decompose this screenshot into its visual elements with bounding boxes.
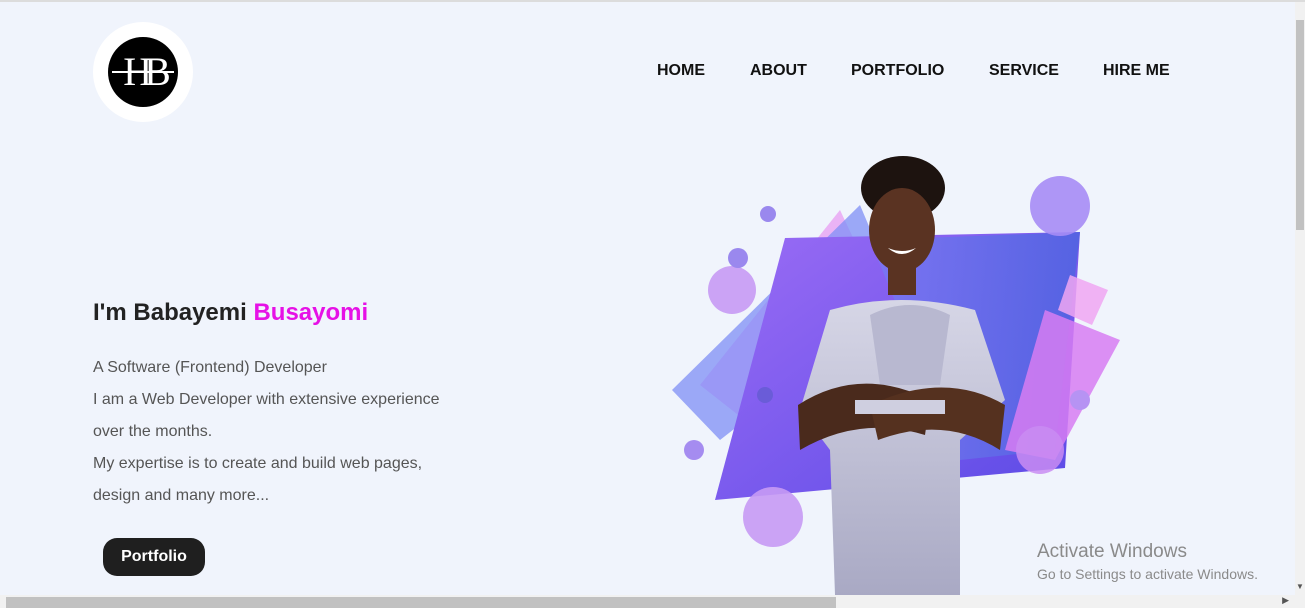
dress-ruffle — [870, 305, 950, 385]
site-logo[interactable]: HB — [93, 22, 193, 122]
face — [869, 188, 935, 272]
hero-line-intro-cont: over the months. — [93, 423, 213, 440]
horizontal-scrollbar[interactable]: ▶ — [0, 595, 1305, 608]
bubble-mid-small — [757, 387, 773, 403]
bubble-left — [708, 266, 756, 314]
bubble-bottom-left — [684, 440, 704, 460]
nav-portfolio[interactable]: PORTFOLIO — [851, 62, 944, 80]
nav-service[interactable]: SERVICE — [989, 62, 1059, 80]
hero-title-prefix: I'm Babayemi — [93, 299, 254, 326]
bubble-right-small — [1070, 390, 1090, 410]
window-top-border — [0, 0, 1305, 2]
logo-divider — [112, 71, 174, 73]
hero-title-accent: Busayomi — [253, 299, 369, 326]
bubble-bottom — [743, 487, 803, 547]
nav-hire-me[interactable]: HIRE ME — [1103, 62, 1170, 80]
hero-description: A Software (Frontend) Developer I am a W… — [93, 352, 473, 512]
nav-home[interactable]: HOME — [657, 62, 705, 80]
hero-title: I'm Babayemi Busayomi — [93, 299, 368, 327]
horizontal-scroll-thumb[interactable] — [6, 597, 836, 608]
activate-windows-subtitle: Go to Settings to activate Windows. — [1037, 566, 1258, 582]
portfolio-button[interactable]: Portfolio — [103, 538, 205, 576]
hero-line-role: A Software (Frontend) Developer — [93, 359, 327, 376]
vertical-scroll-thumb[interactable] — [1296, 20, 1304, 230]
bubble-large-top — [1030, 176, 1090, 236]
hero-line-expertise-cont: design and many more... — [93, 487, 270, 504]
neck — [888, 265, 916, 295]
bubble-right — [1016, 426, 1064, 474]
bubble-left-small — [728, 248, 748, 268]
vertical-scrollbar[interactable]: ▼ — [1295, 2, 1305, 595]
scroll-right-icon[interactable]: ▶ — [1282, 595, 1289, 606]
nav-about[interactable]: ABOUT — [750, 62, 807, 80]
hero-portrait-illustration — [672, 156, 1120, 595]
dress-belt — [855, 400, 945, 414]
hero-line-expertise: My expertise is to create and build web … — [93, 455, 423, 472]
logo-mark: HB — [108, 37, 178, 107]
bubble-top-small — [760, 206, 776, 222]
activate-windows-title: Activate Windows — [1037, 541, 1187, 562]
scroll-down-icon[interactable]: ▼ — [1296, 582, 1304, 591]
hero-line-intro: I am a Web Developer with extensive expe… — [93, 391, 440, 408]
